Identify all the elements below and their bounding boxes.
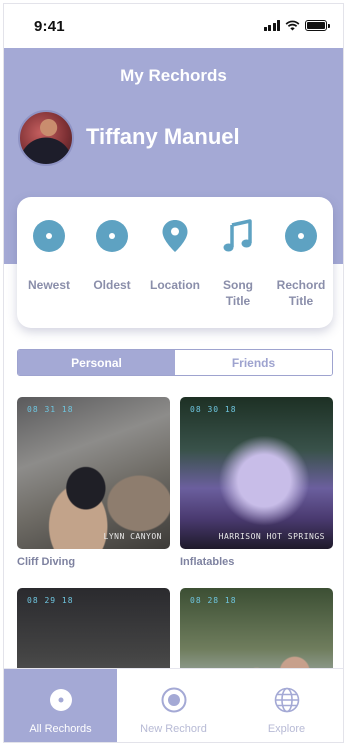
- globe-icon: [274, 687, 299, 713]
- photo-date-stamp: 08 31 18: [27, 405, 74, 414]
- photo-location-stamp: HARRISON HOT SPRINGS: [218, 532, 325, 541]
- phone-screen: 9:41 My Rechords Tiffany Manuel Newest O…: [3, 3, 344, 743]
- rechord-card[interactable]: 08 31 18 LYNN CANYON Cliff Diving: [17, 397, 170, 568]
- tab-all-rechords[interactable]: All Rechords: [4, 669, 117, 742]
- sort-option-label: Location: [150, 278, 200, 292]
- battery-icon: [305, 20, 330, 31]
- sort-option-location[interactable]: Location: [143, 197, 207, 328]
- disc-icon: [285, 220, 317, 252]
- rechord-title: Cliff Diving: [17, 556, 76, 568]
- wifi-icon: [285, 20, 300, 31]
- sort-option-newest[interactable]: Newest: [17, 197, 81, 328]
- sort-option-song-title[interactable]: Song Title: [206, 197, 270, 328]
- tab-label: All Rechords: [29, 723, 92, 735]
- rechord-photo[interactable]: 08 31 18 LYNN CANYON: [17, 397, 170, 549]
- sort-option-label: Song Title: [223, 278, 253, 308]
- disc-icon: [96, 220, 128, 252]
- photo-date-stamp: 08 30 18: [190, 405, 237, 414]
- segment-personal[interactable]: Personal: [18, 350, 175, 375]
- sort-option-label: Rechord Title: [276, 278, 326, 308]
- tab-bar: All Rechords New Rechord Explore: [4, 668, 343, 742]
- status-bar: 9:41: [4, 4, 343, 48]
- sort-option-rechord-title[interactable]: Rechord Title: [269, 197, 333, 328]
- tab-explore[interactable]: Explore: [230, 669, 343, 742]
- disc-icon: [33, 220, 65, 252]
- photo-date-stamp: 08 28 18: [190, 596, 237, 605]
- disc-icon: [49, 689, 72, 711]
- cellular-signal-icon: [263, 20, 280, 31]
- photo-date-stamp: 08 29 18: [27, 596, 74, 605]
- avatar[interactable]: [18, 110, 74, 166]
- sort-option-label: Newest: [27, 278, 71, 292]
- profile-name: Tiffany Manuel: [86, 124, 240, 149]
- photo-location-stamp: LYNN CANYON: [103, 532, 162, 541]
- rechord-photo[interactable]: 08 30 18 HARRISON HOT SPRINGS: [180, 397, 333, 549]
- rechord-card[interactable]: 08 30 18 HARRISON HOT SPRINGS Inflatable…: [180, 397, 333, 568]
- record-button-icon: [161, 687, 186, 713]
- tab-label: Explore: [267, 723, 306, 735]
- status-icons: [263, 20, 330, 31]
- sort-option-oldest[interactable]: Oldest: [80, 197, 144, 328]
- status-time: 9:41: [34, 18, 65, 35]
- music-note-icon: [223, 219, 252, 252]
- personal-friends-toggle: Personal Friends: [17, 349, 333, 376]
- sort-options-card: Newest Oldest Location Song Title Rechor…: [17, 197, 333, 328]
- page-title: My Rechords: [120, 66, 227, 85]
- tab-new-rechord[interactable]: New Rechord: [117, 669, 230, 742]
- tab-label: New Rechord: [140, 723, 207, 735]
- rechord-title: Inflatables: [180, 556, 235, 568]
- location-pin-icon: [162, 220, 188, 252]
- sort-option-label: Oldest: [93, 278, 131, 292]
- segment-friends[interactable]: Friends: [175, 350, 332, 375]
